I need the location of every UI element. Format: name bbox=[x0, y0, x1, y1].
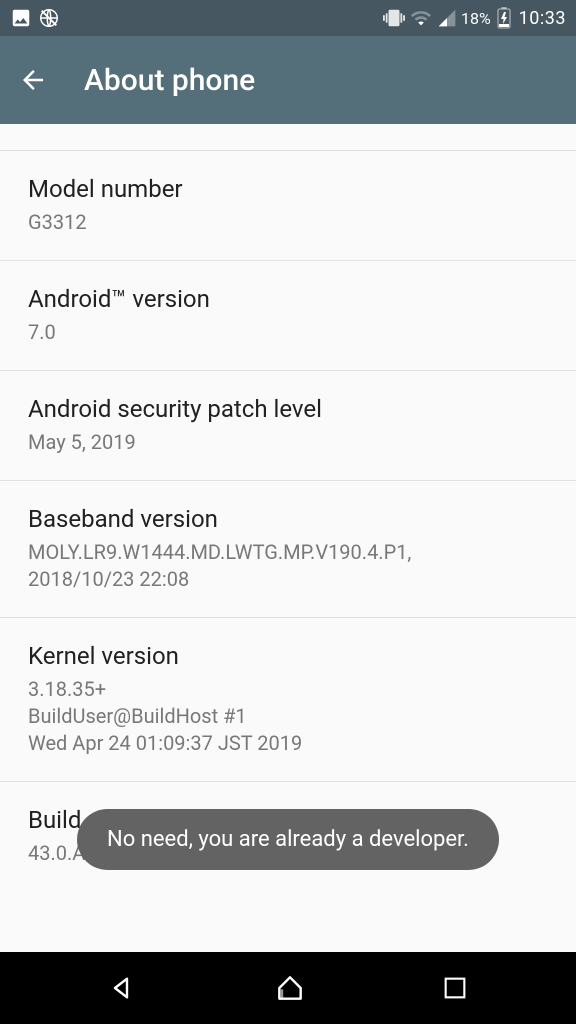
list-item-security-patch[interactable]: Android security patch level May 5, 2019 bbox=[0, 371, 576, 481]
globe-off-icon bbox=[38, 7, 60, 29]
status-left bbox=[10, 7, 60, 29]
nav-home-button[interactable] bbox=[274, 972, 306, 1004]
nav-back-button[interactable] bbox=[107, 972, 139, 1004]
list-item-label: Model number bbox=[28, 175, 548, 203]
list-item-baseband[interactable]: Baseband version MOLY.LR9.W1444.MD.LWTG.… bbox=[0, 481, 576, 618]
page-title: About phone bbox=[84, 63, 255, 98]
list-item-value: May 5, 2019 bbox=[28, 429, 548, 456]
content[interactable]: x Model number G3312 Android™ version 7.… bbox=[0, 124, 576, 952]
list-item-value: 7.0 bbox=[28, 319, 548, 346]
status-bar: 18% 10:33 bbox=[0, 0, 576, 36]
toast: No need, you are already a developer. bbox=[77, 809, 499, 870]
list-item-value: 3.18.35+ BuildUser@BuildHost #1 Wed Apr … bbox=[28, 676, 548, 757]
list-item-label: Android security patch level bbox=[28, 395, 548, 423]
vibrate-icon bbox=[383, 7, 405, 29]
list-item-label: Kernel version bbox=[28, 642, 548, 670]
list-item-kernel[interactable]: Kernel version 3.18.35+ BuildUser@BuildH… bbox=[0, 618, 576, 782]
list-item-value: G3312 bbox=[28, 209, 548, 236]
list-item-model-number[interactable]: Model number G3312 bbox=[0, 151, 576, 261]
list-item-label: Baseband version bbox=[28, 505, 548, 533]
signal-icon bbox=[437, 8, 457, 28]
battery-percent: 18% bbox=[461, 9, 491, 28]
list-item-partial[interactable]: x bbox=[0, 124, 576, 151]
battery-charging-icon bbox=[497, 7, 511, 29]
list-item-value: MOLY.LR9.W1444.MD.LWTG.MP.V190.4.P1, 201… bbox=[28, 539, 548, 593]
status-right: 18% 10:33 bbox=[383, 7, 566, 29]
wifi-icon bbox=[409, 7, 433, 29]
image-icon bbox=[10, 7, 32, 29]
navigation-bar bbox=[0, 952, 576, 1024]
app-bar: About phone bbox=[0, 36, 576, 124]
back-button[interactable] bbox=[18, 65, 48, 95]
clock: 10:33 bbox=[519, 8, 566, 29]
list-item-label: Android™ version bbox=[28, 285, 548, 313]
list-item-android-version[interactable]: Android™ version 7.0 bbox=[0, 261, 576, 371]
nav-recents-button[interactable] bbox=[441, 974, 469, 1002]
